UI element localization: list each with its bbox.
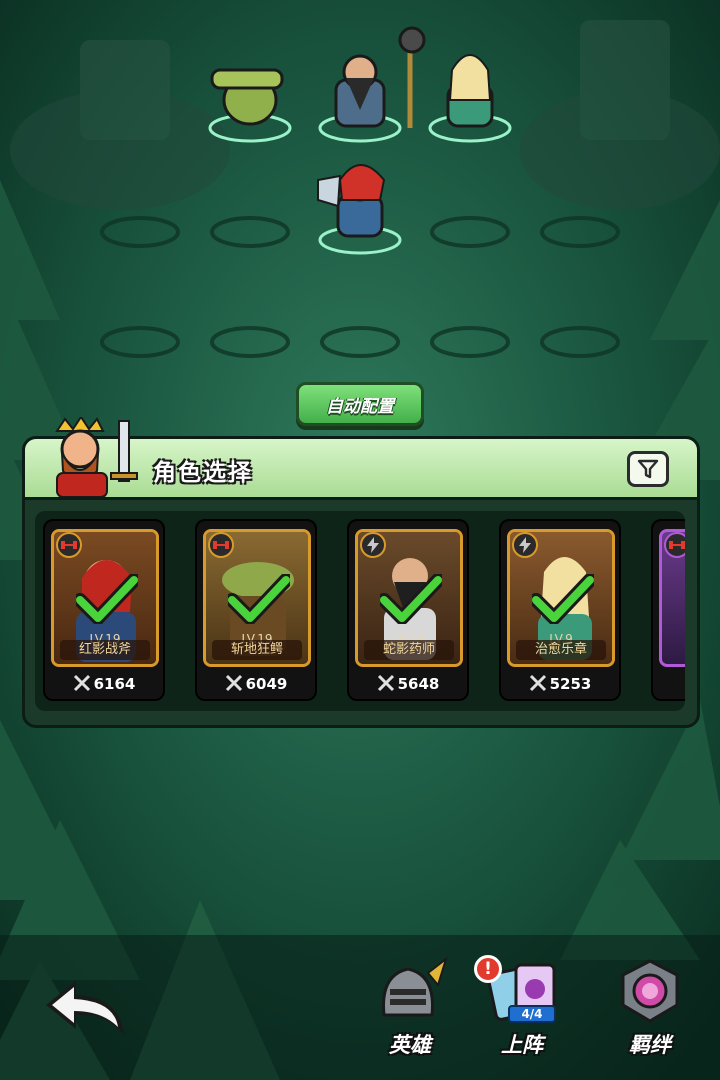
hero-power: 5648 (349, 674, 467, 693)
hero-card[interactable]: LV.9 治愈乐章 5253 (499, 519, 621, 701)
hero-power-value: 5253 (549, 675, 592, 693)
dumbbell-icon (208, 532, 234, 558)
role-selection-panel: 角色选择 LV.19 红影战斧 6164 LV.19 斩地狂鳄 6049 LV.… (22, 417, 700, 728)
back-button[interactable] (40, 975, 130, 1045)
back-arrow-icon (46, 981, 124, 1035)
hero-power-value: 6164 (93, 675, 136, 693)
auto-config-button[interactable]: 自动配置 (296, 382, 424, 426)
nav-deploy-label: 上阵 (501, 1033, 543, 1057)
filter-button[interactable] (627, 451, 669, 487)
auto-config-label: 自动配置 (326, 396, 394, 417)
hero-portrait: LV.19 斩地狂鳄 (203, 529, 311, 667)
hero-name: 红影战斧 (60, 640, 150, 660)
hero-portrait: LV.19 红影战斧 (51, 529, 159, 667)
hero-card-partial[interactable] (651, 519, 685, 701)
panel-header: 角色选择 (25, 417, 697, 500)
hero-power: 5253 (501, 674, 619, 693)
dumbbell-icon (664, 532, 685, 558)
deploy-count: 4/4 (508, 1005, 556, 1023)
crossed-swords-icon (529, 674, 546, 692)
crossed-swords-icon (73, 674, 90, 692)
checkmark-icon (76, 574, 138, 624)
panel-title: 角色选择 (153, 460, 253, 486)
hero-name: 斩地狂鳄 (212, 640, 302, 660)
hero-card[interactable]: LV.14 蛇影药师 5648 (347, 519, 469, 701)
crossed-swords-icon (225, 674, 242, 692)
dumbbell-icon (56, 532, 82, 558)
hero-portrait: LV.9 治愈乐章 (507, 529, 615, 667)
checkmark-icon (380, 574, 442, 624)
hero-name: 治愈乐章 (516, 640, 606, 660)
lightning-icon (360, 532, 386, 558)
hero-portrait (659, 529, 685, 667)
hero-card-list[interactable]: LV.19 红影战斧 6164 LV.19 斩地狂鳄 6049 LV.14 蛇影… (35, 511, 685, 711)
nav-heroes[interactable]: 英雄 (360, 955, 460, 1065)
hero-power-value: 5648 (397, 675, 440, 693)
hero-power: 6049 (197, 674, 315, 693)
hero-portrait: LV.14 蛇影药师 (355, 529, 463, 667)
nav-bonds-label: 羁绊 (629, 1033, 671, 1057)
filter-icon (637, 459, 659, 479)
hero-power-value: 6049 (245, 675, 288, 693)
crossed-swords-icon (377, 674, 394, 692)
hero-card[interactable]: LV.19 斩地狂鳄 6049 (195, 519, 317, 701)
checkmark-icon (532, 574, 594, 624)
nav-deploy[interactable]: ! 4/4 上阵 (472, 955, 572, 1065)
nav-heroes-label: 英雄 (389, 1033, 431, 1057)
hero-card[interactable]: LV.19 红影战斧 6164 (43, 519, 165, 701)
king-mascot-icon (55, 417, 138, 497)
hero-name: 蛇影药师 (364, 640, 454, 660)
knight-helmet-icon (382, 956, 448, 1017)
lightning-icon (512, 532, 538, 558)
checkmark-icon (228, 574, 290, 624)
nav-bonds[interactable]: 羁绊 (600, 955, 700, 1065)
bonds-emblem-icon (621, 959, 679, 1023)
hero-power: 6164 (45, 674, 163, 693)
deploy-alert-badge: ! (474, 955, 502, 983)
